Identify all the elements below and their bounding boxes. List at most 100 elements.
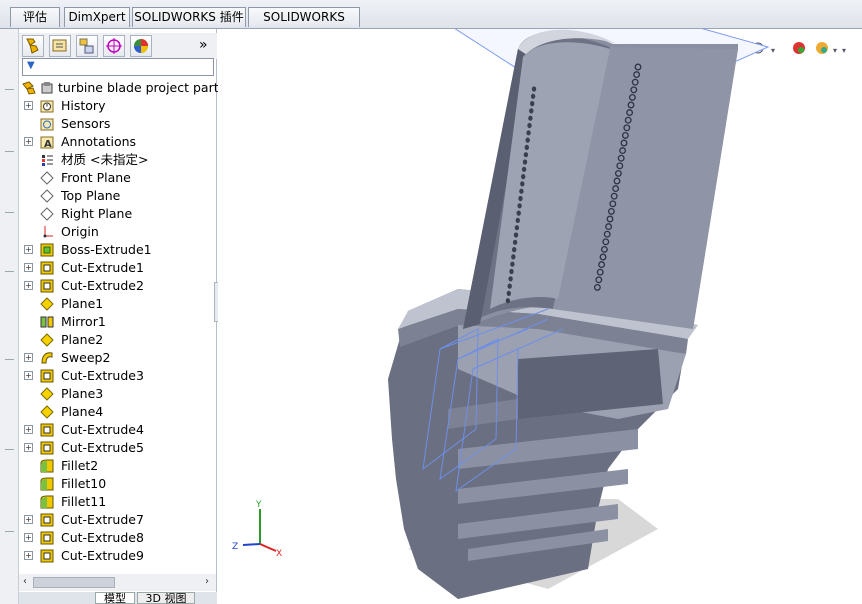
property-icon (52, 39, 67, 52)
cut-extrude-icon (39, 422, 55, 438)
expand-toggle-icon[interactable]: + (24, 353, 33, 362)
tree-item-label: Plane2 (61, 332, 104, 347)
expand-panel-button[interactable]: » (199, 37, 208, 53)
cooling-hole (517, 203, 522, 209)
tree-item-plane3[interactable]: Plane3 (19, 385, 217, 403)
display-manager-tab[interactable] (130, 35, 152, 57)
expand-toggle-icon[interactable]: + (24, 425, 33, 434)
horizontal-scrollbar[interactable]: ‹ › (19, 574, 216, 591)
scroll-left-icon[interactable]: ‹ (23, 576, 27, 587)
property-manager-tab[interactable] (49, 35, 71, 57)
boss-extrude-icon (39, 242, 55, 258)
svg-text:A: A (44, 139, 52, 150)
tree-item-history[interactable]: + History (19, 97, 217, 115)
tree-item-label: Fillet2 (61, 458, 99, 473)
tree-item-plane1[interactable]: Plane1 (19, 295, 217, 313)
cut-extrude-icon (39, 440, 55, 456)
expand-toggle-icon[interactable]: + (24, 281, 33, 290)
tree-item-label: Annotations (61, 134, 137, 149)
tree-item-cut-extrude4[interactable]: + Cut-Extrude4 (19, 421, 217, 439)
sweep-icon (39, 350, 55, 366)
tree-item-cut-extrude3[interactable]: + Cut-Extrude3 (19, 367, 217, 385)
tree-item-cut-extrude5[interactable]: + Cut-Extrude5 (19, 439, 217, 457)
cut-extrude-icon (39, 548, 55, 564)
cooling-hole (525, 137, 530, 143)
tree-item-label: Cut-Extrude4 (61, 422, 144, 437)
cooling-hole (515, 217, 520, 223)
expand-toggle-icon[interactable]: + (24, 245, 33, 254)
tree-item-label: Plane3 (61, 386, 104, 401)
expand-toggle-icon[interactable]: + (24, 533, 33, 542)
tree-item-sensors[interactable]: Sensors (19, 115, 217, 133)
tree-item-label: Top Plane (61, 188, 121, 203)
triad-z-label: Z (232, 542, 238, 552)
tree-item-label: Boss-Extrude1 (61, 242, 152, 257)
tree-item-label: Front Plane (61, 170, 131, 185)
filter-field[interactable]: ▼ (22, 58, 214, 76)
viewport-canvas: ▾ ▾ ▾ ▾ ▾ (232, 29, 846, 599)
tree-item-boss-extrude1[interactable]: + Boss-Extrude1 (19, 241, 217, 259)
cooling-hole (530, 93, 536, 99)
tree-item-cut-extrude8[interactable]: + Cut-Extrude8 (19, 529, 217, 547)
blade-root[interactable] (388, 289, 698, 599)
expand-toggle-icon[interactable]: + (24, 443, 33, 452)
cooling-hole (516, 210, 521, 216)
tab-model[interactable]: 模型 (95, 592, 135, 604)
expand-toggle-icon[interactable]: + (24, 263, 33, 272)
tree-item-sweep2[interactable]: + Sweep2 (19, 349, 217, 367)
plane-icon (39, 188, 55, 204)
turbine-airfoil[interactable] (463, 29, 738, 329)
fillet-icon (39, 476, 55, 492)
tree-item-plane4[interactable]: Plane4 (19, 403, 217, 421)
panel-toolbar: » (19, 33, 217, 59)
collapse-arrow-icon[interactable] (5, 271, 14, 272)
tree-item-plane2[interactable]: Plane2 (19, 331, 217, 349)
scrollbar-thumb[interactable] (33, 577, 115, 588)
cooling-hole (519, 188, 524, 194)
feature-manager-tab[interactable] (22, 35, 44, 57)
plane-icon (39, 170, 55, 186)
tree-item-top-plane[interactable]: Top Plane (19, 187, 217, 205)
tree-item-label: Cut-Extrude1 (61, 260, 144, 275)
tree-item-fillet2[interactable]: Fillet2 (19, 457, 217, 475)
tree-item-label: Cut-Extrude2 (61, 278, 144, 293)
tree-item-[interactable]: 材质 <未指定> (19, 151, 217, 169)
graphics-area[interactable]: ▾ ▾ ▾ ▾ ▾ (218, 29, 862, 604)
tree-item-origin[interactable]: Origin (19, 223, 217, 241)
cooling-hole (522, 159, 528, 165)
bottom-tabs: 模型 3D 视图 (19, 592, 217, 604)
triad-y-label: Y (255, 500, 262, 510)
tab-3d-view[interactable]: 3D 视图 (137, 592, 195, 604)
cooling-hole (521, 174, 526, 180)
expand-toggle-icon[interactable]: + (24, 371, 33, 380)
dimxpert-manager-tab[interactable] (103, 35, 125, 57)
tree-item-fillet10[interactable]: Fillet10 (19, 475, 217, 493)
command-manager-tabs: 评估 DimXpert SOLIDWORKS 插件 SOLIDWORKS MBD (0, 0, 862, 43)
tree-item-cut-extrude2[interactable]: + Cut-Extrude2 (19, 277, 217, 295)
tree-item-fillet11[interactable]: Fillet11 (19, 493, 217, 511)
tree-item-cut-extrude9[interactable]: + Cut-Extrude9 (19, 547, 217, 565)
expand-toggle-icon[interactable]: + (24, 101, 33, 110)
tab-solidworks-addins[interactable]: SOLIDWORKS 插件 (132, 7, 246, 27)
tree-item-right-plane[interactable]: Right Plane (19, 205, 217, 223)
expand-toggle-icon[interactable]: + (24, 551, 33, 560)
scroll-right-icon[interactable]: › (205, 576, 209, 587)
configuration-manager-tab[interactable] (76, 35, 98, 57)
tree-item-front-plane[interactable]: Front Plane (19, 169, 217, 187)
dimxpert-icon (106, 38, 122, 54)
cooling-hole (506, 290, 511, 296)
tab-dimxpert[interactable]: DimXpert (64, 7, 130, 27)
tab-evaluate[interactable]: 评估 (10, 7, 60, 27)
tree-item-label: Plane1 (61, 296, 104, 311)
tab-solidworks-mbd[interactable]: SOLIDWORKS MBD (248, 7, 360, 43)
tree-item-label: Cut-Extrude3 (61, 368, 144, 383)
tree-item-cut-extrude7[interactable]: + Cut-Extrude7 (19, 511, 217, 529)
history-icon (39, 98, 55, 114)
tree-item-label: Cut-Extrude9 (61, 548, 144, 563)
tree-item-annotations[interactable]: + A Annotations (19, 133, 217, 151)
expand-toggle-icon[interactable]: + (24, 515, 33, 524)
expand-toggle-icon[interactable]: + (24, 137, 33, 146)
tree-item-mirror1[interactable]: Mirror1 (19, 313, 217, 331)
tree-root[interactable]: turbine blade project part (19, 79, 219, 97)
tree-item-cut-extrude1[interactable]: + Cut-Extrude1 (19, 259, 217, 277)
